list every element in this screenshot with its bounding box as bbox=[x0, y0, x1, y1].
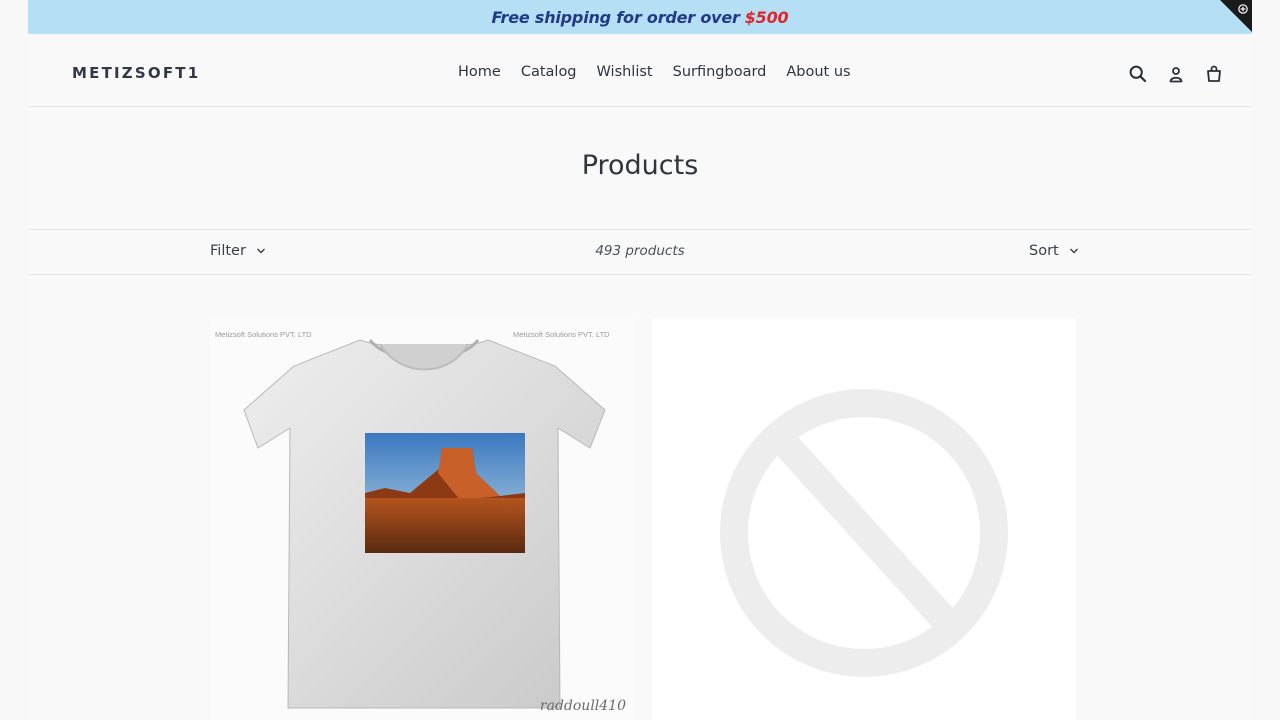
search-icon[interactable] bbox=[1128, 64, 1148, 84]
signature: raddoull410 bbox=[539, 698, 626, 714]
sort-dropdown[interactable]: Sort bbox=[1029, 243, 1079, 259]
announcement-amount: $500 bbox=[744, 7, 789, 27]
chevron-down-icon bbox=[1069, 248, 1078, 254]
page: Free shipping for order over $500 METIZS… bbox=[28, 0, 1252, 720]
announcement-bar[interactable]: Free shipping for order over $500 bbox=[28, 0, 1252, 34]
account-icon[interactable] bbox=[1166, 64, 1186, 84]
collection-toolbar: Filter 493 products Sort bbox=[28, 229, 1252, 275]
cart-icon[interactable] bbox=[1204, 64, 1224, 84]
header-icons bbox=[1128, 64, 1224, 84]
page-title: Products bbox=[581, 150, 699, 181]
product-card[interactable]: Metizsoft Solutions PVT. LTD Metizsoft S… bbox=[210, 318, 634, 720]
nav-catalog[interactable]: Catalog bbox=[521, 64, 577, 80]
main-nav: Home Catalog Wishlist Surfingboard About… bbox=[458, 64, 851, 80]
nav-surfingboard[interactable]: Surfingboard bbox=[673, 64, 767, 80]
corner-plus-icon[interactable] bbox=[1220, 0, 1252, 32]
product-card[interactable] bbox=[652, 318, 1076, 720]
nav-wishlist[interactable]: Wishlist bbox=[597, 64, 653, 80]
sort-label: Sort bbox=[1029, 243, 1059, 259]
logo[interactable]: METIZSOFT1 bbox=[72, 64, 200, 82]
tshirt-image bbox=[243, 339, 606, 709]
nav-home[interactable]: Home bbox=[458, 64, 501, 80]
site-header: METIZSOFT1 Home Catalog Wishlist Surfing… bbox=[28, 34, 1252, 107]
announcement-text: Free shipping for order over bbox=[491, 7, 740, 27]
nav-about-us[interactable]: About us bbox=[786, 64, 850, 80]
no-image-icon bbox=[720, 389, 1008, 677]
